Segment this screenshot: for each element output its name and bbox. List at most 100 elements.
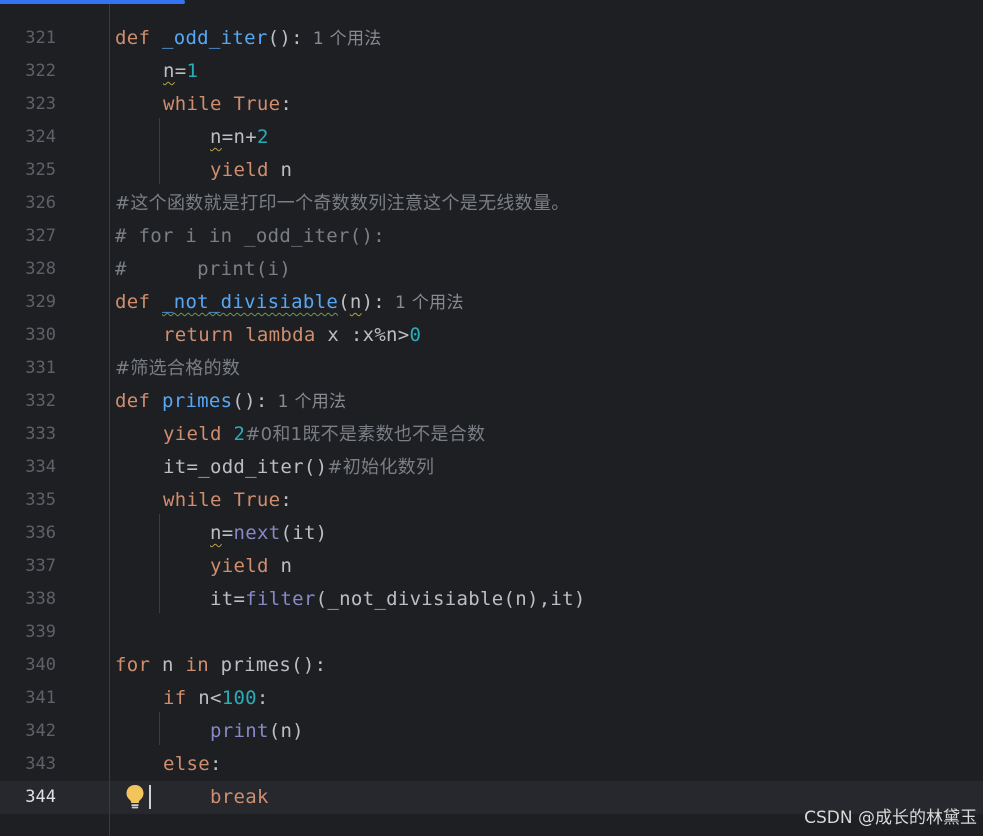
keyword-token: yield bbox=[210, 159, 281, 181]
identifier-token: n bbox=[280, 555, 293, 577]
keyword-token: while bbox=[163, 93, 234, 115]
code-line[interactable]: 325 yield n bbox=[0, 154, 983, 187]
code-line[interactable]: 331 #筛选合格的数 bbox=[0, 352, 983, 385]
keyword-token: else bbox=[163, 753, 210, 775]
code-line[interactable]: 330 return lambda x :x%n>0 bbox=[0, 319, 983, 352]
indent-guide bbox=[159, 514, 160, 613]
line-number: 321 bbox=[25, 28, 56, 48]
lightbulb-icon[interactable] bbox=[125, 784, 145, 810]
code-line[interactable]: 326 #这个函数就是打印一个奇数数列注意这个是无线数量。 bbox=[0, 187, 983, 220]
comment-token: #0和1既不是素数也不是合数 bbox=[245, 424, 486, 445]
builtin-token: print bbox=[210, 720, 269, 742]
keyword-token: for bbox=[115, 654, 162, 676]
code-text: def primes(): 1 个用法 bbox=[115, 385, 346, 418]
code-line[interactable]: 343 else: bbox=[0, 748, 983, 781]
code-line[interactable]: 324 n=n+2 bbox=[0, 121, 983, 154]
code-editor[interactable]: 320 321 def _odd_iter():1 个用法 322 n=1 32… bbox=[0, 0, 983, 836]
comment-token: #初始化数列 bbox=[327, 457, 435, 478]
keyword-token: True bbox=[233, 489, 281, 511]
comment-text: #筛选合格的数 bbox=[115, 358, 241, 379]
parameter-token: n bbox=[349, 291, 362, 313]
code-line[interactable]: 341 if n<100: bbox=[0, 682, 983, 715]
code-text: print(n) bbox=[210, 715, 304, 748]
call-token: primes(): bbox=[220, 654, 327, 676]
code-text: it=filter(_not_divisiable(n),it) bbox=[210, 583, 586, 616]
line-number: 340 bbox=[25, 655, 56, 675]
code-text: it=_odd_iter()#初始化数列 bbox=[163, 451, 434, 484]
code-line[interactable]: 322 n=1 bbox=[0, 55, 983, 88]
line-number: 327 bbox=[25, 226, 56, 246]
line-number: 333 bbox=[25, 424, 56, 444]
line-number: 339 bbox=[25, 622, 56, 642]
function-name-token: _odd_iter bbox=[161, 27, 268, 49]
operator-token: = bbox=[174, 60, 187, 82]
line-number: 329 bbox=[25, 292, 56, 312]
keyword-token: yield bbox=[210, 555, 281, 577]
code-text: while True: bbox=[163, 484, 292, 517]
usages-hint[interactable]: 1 个用法 bbox=[313, 29, 382, 49]
text-caret bbox=[149, 785, 151, 809]
code-line[interactable]: 340 for n in primes(): bbox=[0, 649, 983, 682]
keyword-token: def bbox=[115, 390, 162, 412]
comment-text: #这个函数就是打印一个奇数数列注意这个是无线数量。 bbox=[115, 193, 570, 214]
code-line[interactable]: 321 def _odd_iter(): 1 个用法 bbox=[0, 22, 983, 55]
punctuation-token: : bbox=[256, 687, 269, 709]
code-text: yield 2#0和1既不是素数也不是合数 bbox=[163, 418, 485, 451]
code-line[interactable]: 327 # for i in _odd_iter(): bbox=[0, 220, 983, 253]
code-line[interactable]: 337 yield n bbox=[0, 550, 983, 583]
argument-token: (_not_divisiable(n),it) bbox=[315, 588, 586, 610]
comment-text: # print(i) bbox=[115, 258, 292, 280]
keyword-token: in bbox=[185, 654, 221, 676]
line-number: 344 bbox=[25, 787, 56, 807]
code-line[interactable]: 333 yield 2#0和1既不是素数也不是合数 bbox=[0, 418, 983, 451]
comment-text: # for i in _odd_iter(): bbox=[115, 225, 385, 247]
keyword-token: def bbox=[115, 27, 162, 49]
code-line[interactable]: 335 while True: bbox=[0, 484, 983, 517]
punctuation-token: (): bbox=[267, 27, 303, 49]
keyword-token: break bbox=[210, 786, 269, 808]
line-number: 323 bbox=[25, 94, 56, 114]
indent-guide bbox=[159, 712, 160, 745]
code-line[interactable]: 329 def _not_divisiable(n): 1 个用法 bbox=[0, 286, 983, 319]
line-number: 338 bbox=[25, 589, 56, 609]
line-number: 331 bbox=[25, 358, 56, 378]
number-token: 100 bbox=[221, 687, 257, 709]
number-token: 2 bbox=[256, 126, 269, 148]
code-line[interactable]: 338 it=filter(_not_divisiable(n),it) bbox=[0, 583, 983, 616]
line-number: 324 bbox=[25, 127, 56, 147]
line-number: 330 bbox=[25, 325, 56, 345]
code-line[interactable]: 336 n=next(it) bbox=[0, 517, 983, 550]
code-text: n=next(it) bbox=[210, 517, 327, 550]
line-number: 326 bbox=[25, 193, 56, 213]
code-line[interactable]: 334 it=_odd_iter()#初始化数列 bbox=[0, 451, 983, 484]
code-text: def _not_divisiable(n): 1 个用法 bbox=[115, 286, 464, 319]
number-token: 1 bbox=[186, 60, 199, 82]
number-token: 2 bbox=[233, 423, 246, 445]
statement-token: it=_odd_iter() bbox=[163, 456, 328, 478]
punctuation-token: : bbox=[280, 93, 293, 115]
line-number: 336 bbox=[25, 523, 56, 543]
code-line[interactable]: 332 def primes(): 1 个用法 bbox=[0, 385, 983, 418]
assignment-token: it= bbox=[210, 588, 246, 610]
gutter-divider bbox=[109, 0, 110, 836]
line-number: 342 bbox=[25, 721, 56, 741]
indent-guide bbox=[159, 118, 160, 184]
usages-hint[interactable]: 1 个用法 bbox=[278, 392, 347, 412]
line-number: 341 bbox=[25, 688, 56, 708]
identifier-token: n bbox=[280, 159, 293, 181]
variable-token: n bbox=[163, 60, 175, 82]
code-text: def _odd_iter(): 1 个用法 bbox=[115, 22, 382, 55]
code-line[interactable]: 328 # print(i) bbox=[0, 253, 983, 286]
keyword-token: True bbox=[233, 93, 281, 115]
line-number: 335 bbox=[25, 490, 56, 510]
usages-hint[interactable]: 1 个用法 bbox=[395, 293, 464, 313]
code-text: yield n bbox=[210, 550, 292, 583]
code-line[interactable]: 342 print(n) bbox=[0, 715, 983, 748]
line-number: 322 bbox=[25, 61, 56, 81]
function-name-token: _not_divisiable bbox=[161, 291, 339, 313]
code-line[interactable]: 339 bbox=[0, 616, 983, 649]
argument-token: (it) bbox=[280, 522, 328, 544]
code-text: for n in primes(): bbox=[115, 649, 326, 682]
code-line[interactable]: 323 while True: bbox=[0, 88, 983, 121]
punctuation-token: : bbox=[209, 753, 222, 775]
